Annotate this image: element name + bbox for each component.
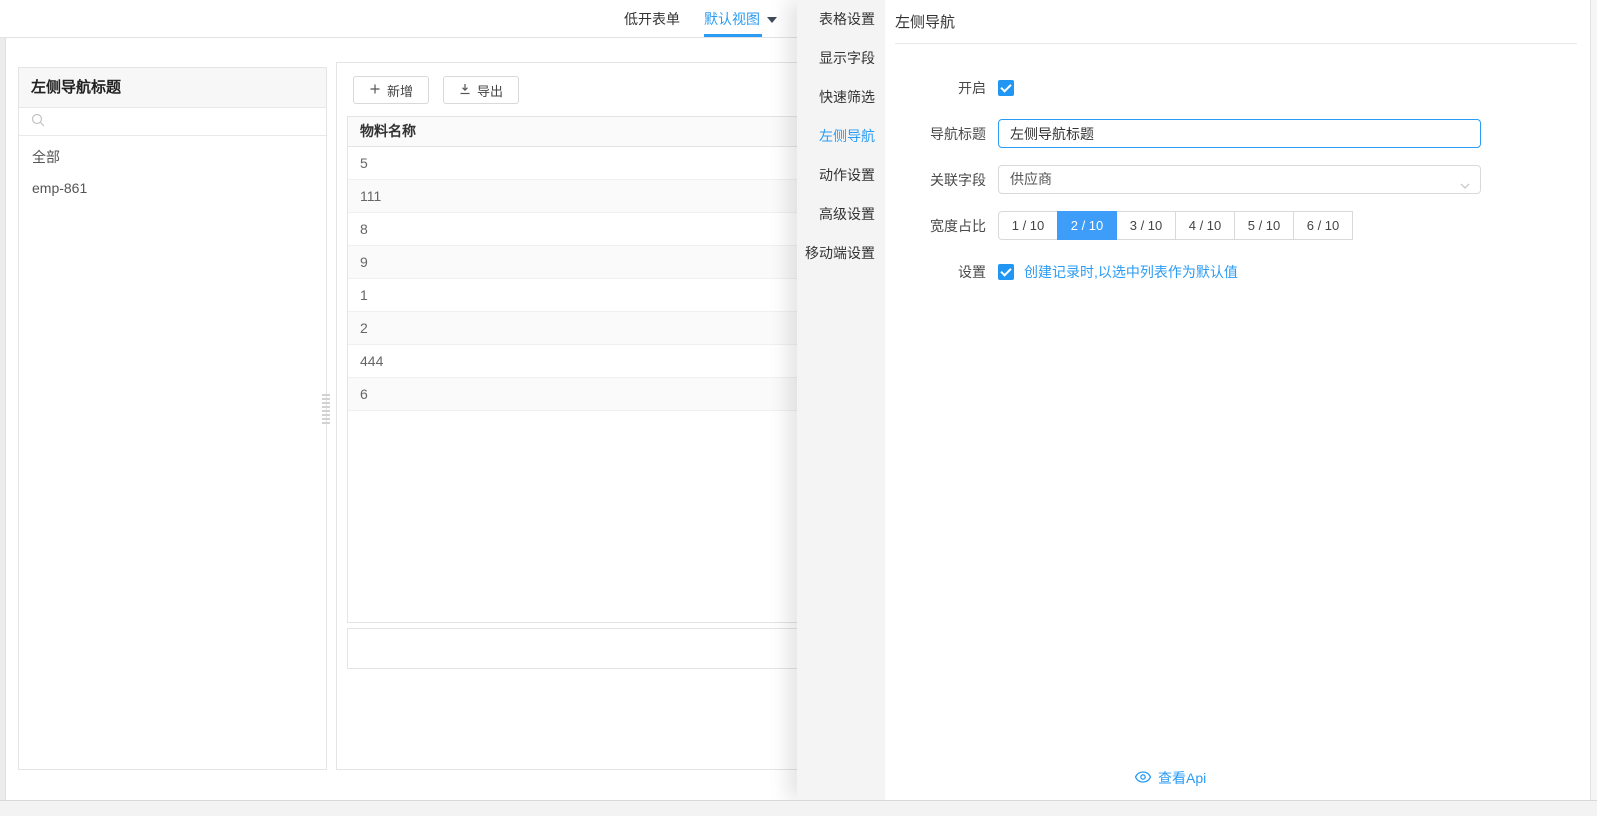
settings-panel-title: 左侧导航 (895, 14, 956, 31)
tab-default-view-label: 默认视图 (704, 10, 760, 27)
settings-menu-item[interactable]: 显示字段 (797, 39, 885, 78)
settings-menu-item[interactable]: 动作设置 (797, 156, 885, 195)
tab-default-view[interactable]: 默认视图 (704, 0, 777, 37)
chevron-down-icon (1459, 174, 1471, 201)
width-ratio-option[interactable]: 1 / 10 (998, 211, 1058, 240)
cell-material-name: 9 (360, 254, 368, 270)
cell-material-name: 111 (360, 188, 382, 204)
related-field-value: 供应商 (1010, 171, 1052, 187)
left-nav-settings-form: 开启 导航标题 关联字段 供应商 (885, 73, 1597, 286)
nav-title-label: 导航标题 (930, 125, 986, 142)
tab-low-open-form[interactable]: 低开表单 (624, 9, 680, 29)
enable-checkbox[interactable] (998, 79, 1014, 96)
nav-title-input[interactable] (998, 119, 1481, 148)
page-bottom-edge (0, 800, 1597, 816)
caret-down-icon[interactable] (767, 16, 777, 23)
settings-row: 设置 创建记录时,以选中列表作为默认值 (885, 257, 1597, 286)
page-left-edge (0, 38, 6, 800)
related-field-label: 关联字段 (930, 171, 986, 188)
cell-material-name: 2 (360, 320, 368, 336)
settings-panel: 左侧导航 开启 导航标题 关联字段 供应商 (885, 0, 1597, 800)
view-api-link[interactable]: 查看Api (1134, 768, 1207, 788)
left-nav-list: 全部 emp-861 (19, 136, 326, 204)
enable-row: 开启 (885, 73, 1597, 102)
download-icon (459, 83, 471, 98)
settings-option-label[interactable]: 创建记录时,以选中列表作为默认值 (1024, 262, 1238, 282)
app-root: 低开表单 默认视图 左侧导航标题 全部 emp-861 新增 导出 物料名称 5… (0, 0, 1597, 816)
width-ratio-option[interactable]: 2 / 10 (1057, 211, 1117, 240)
left-nav-title: 左侧导航标题 (19, 68, 326, 108)
table-toolbar: 新增 导出 (353, 76, 520, 104)
left-nav-item[interactable]: emp-861 (19, 173, 326, 204)
search-icon (31, 113, 45, 130)
settings-menu-item[interactable]: 快速筛选 (797, 78, 885, 117)
settings-menu-item[interactable]: 表格设置 (797, 0, 885, 39)
width-ratio-label: 宽度占比 (930, 217, 986, 234)
drag-handle-icon[interactable] (322, 394, 330, 424)
settings-checkbox[interactable] (998, 263, 1014, 280)
cell-material-name: 5 (360, 155, 368, 171)
export-button-label: 导出 (477, 83, 504, 99)
settings-label: 设置 (958, 263, 986, 280)
divider (895, 43, 1577, 44)
left-nav-item[interactable]: 全部 (19, 142, 326, 173)
view-tabs: 低开表单 默认视图 (624, 0, 777, 37)
settings-menu-item[interactable]: 左侧导航 (797, 117, 885, 156)
width-ratio-option[interactable]: 3 / 10 (1116, 211, 1176, 240)
width-ratio-option[interactable]: 4 / 10 (1175, 211, 1235, 240)
add-button[interactable]: 新增 (353, 76, 430, 104)
settings-menu-item[interactable]: 高级设置 (797, 195, 885, 234)
nav-title-row: 导航标题 (885, 119, 1597, 148)
settings-drawer: 表格设置 显示字段 快速筛选 左侧导航 动作设置 高级设置 移动端设置 左侧导航 开启 导航… (797, 0, 1597, 800)
panel-splitter[interactable] (321, 38, 331, 800)
settings-menu: 表格设置 显示字段 快速筛选 左侧导航 动作设置 高级设置 移动端设置 (797, 0, 885, 800)
width-ratio-option[interactable]: 6 / 10 (1293, 211, 1353, 240)
width-ratio-group: 1 / 10 2 / 10 3 / 10 4 / 10 5 / 10 6 / 10 (998, 211, 1353, 240)
related-field-row: 关联字段 供应商 (885, 165, 1597, 194)
settings-menu-item[interactable]: 移动端设置 (797, 234, 885, 273)
left-nav-search[interactable] (19, 108, 326, 136)
cell-material-name: 6 (360, 386, 368, 402)
add-button-label: 新增 (387, 83, 414, 99)
cell-material-name: 1 (360, 287, 368, 303)
scrollbar-track[interactable] (1590, 0, 1597, 800)
width-ratio-option[interactable]: 5 / 10 (1234, 211, 1294, 240)
left-nav-panel: 左侧导航标题 全部 emp-861 (18, 67, 327, 770)
export-button[interactable]: 导出 (443, 76, 520, 104)
plus-icon (369, 83, 381, 98)
enable-label: 开启 (958, 79, 986, 96)
eye-icon (1134, 770, 1152, 786)
related-field-select[interactable]: 供应商 (998, 165, 1481, 194)
cell-material-name: 444 (360, 353, 384, 369)
view-api-label: 查看Api (1158, 770, 1207, 786)
cell-material-name: 8 (360, 221, 368, 237)
width-ratio-row: 宽度占比 1 / 10 2 / 10 3 / 10 4 / 10 5 / 10 6 / 1… (885, 211, 1597, 240)
